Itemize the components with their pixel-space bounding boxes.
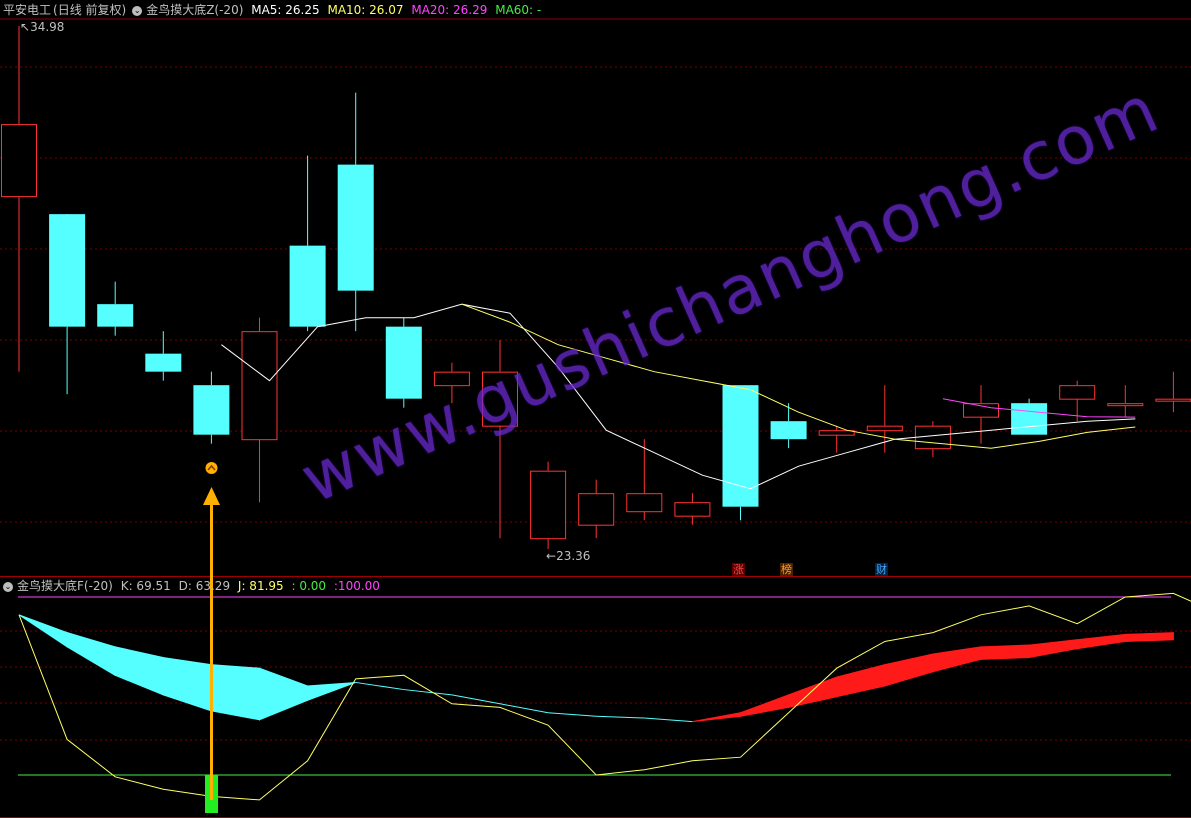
candle-up [1,124,37,198]
kd-band [740,694,790,717]
k-value: K: 69.51 [120,579,171,593]
candle-up [914,425,951,450]
chart-window: www.gushichanghong.com 平安电工 (日线 前复权) ⌄ 金鸟摸大… [0,0,1191,818]
candle-down [193,385,230,435]
candle-up [626,493,663,513]
kd-band [66,631,116,677]
kd-band [210,664,260,721]
kd-band [644,717,693,723]
ma5-label: MA5: 26.25 [251,3,320,17]
kd-band [355,681,404,691]
kd-band [788,676,838,708]
chevron-down-icon[interactable]: ⌄ [132,5,143,16]
candle-down [770,421,807,440]
sub-indicator-name[interactable]: 金鸟摸大底F(-20) [17,579,113,593]
candle-layer [1,26,1191,549]
candle-up [1107,403,1144,407]
candle-up [1155,398,1191,402]
kd-band [114,646,164,696]
stock-name: 平安电工 [3,3,52,17]
candle-down [722,385,759,507]
kd-band [932,646,982,673]
signal-arrow-head [203,487,220,505]
low-price-value: 23.36 [556,549,591,563]
j-value: J: 81.95 [237,579,284,593]
candle-down [49,214,86,327]
finance-badge[interactable]: 财 [875,563,888,576]
candle-up [241,331,278,441]
d-value: D: 63.29 [178,579,231,593]
candle-up [674,502,711,517]
kd-band [499,703,549,714]
high-price-label: ↖34.98 [20,20,65,34]
kd-band [548,712,597,717]
period-label: (日线 前复权) [53,3,127,17]
kd-band [980,644,1030,660]
ranking-badge[interactable]: 榜 [780,563,793,576]
main-panel-header: 平安电工 (日线 前复权) ⌄ 金鸟摸大底Z(-20) MA5: 26.25 MA10… [3,3,545,17]
hundred-value: :100.00 [333,579,380,593]
ma20-label: MA20: 26.29 [411,3,488,17]
kd-band [403,689,452,696]
chart-canvas[interactable] [0,0,1191,818]
candle-down [97,304,134,327]
kd-band [1076,633,1126,650]
signal-up-icon [205,462,218,474]
zero-value: : 0.00 [291,579,327,593]
candle-up [866,425,903,432]
candle-down [145,353,182,372]
chevron-down-icon[interactable]: ⌄ [3,581,13,592]
candle-down [337,164,374,291]
low-price-label: ←23.36 [546,549,591,563]
kd-band [1124,632,1174,643]
kd-band [1028,639,1078,659]
kd-band [451,694,501,705]
kd-band [836,663,886,698]
high-price-value: 34.98 [30,20,65,34]
main-indicator-name[interactable]: 金鸟摸大底Z(-20) [146,3,243,17]
limit-up-badge[interactable]: 涨 [732,563,745,576]
kd-band [259,667,309,721]
ma60-label: MA60: - [495,3,542,17]
candle-up [1059,385,1096,400]
ma10-label: MA10: 26.07 [327,3,404,17]
candle-down [289,245,326,327]
candle-down [1011,403,1048,435]
kd-band [596,715,645,719]
kd-band [692,712,741,723]
candle-up [530,470,567,540]
candle-down [385,326,422,399]
candle-up [818,430,855,436]
sub-panel-header: ⌄ 金鸟摸大底F(-20) K: 69.51 D: 63.29 J: 81.95 … [3,579,384,593]
kd-band [884,653,934,687]
candle-up [578,493,615,526]
